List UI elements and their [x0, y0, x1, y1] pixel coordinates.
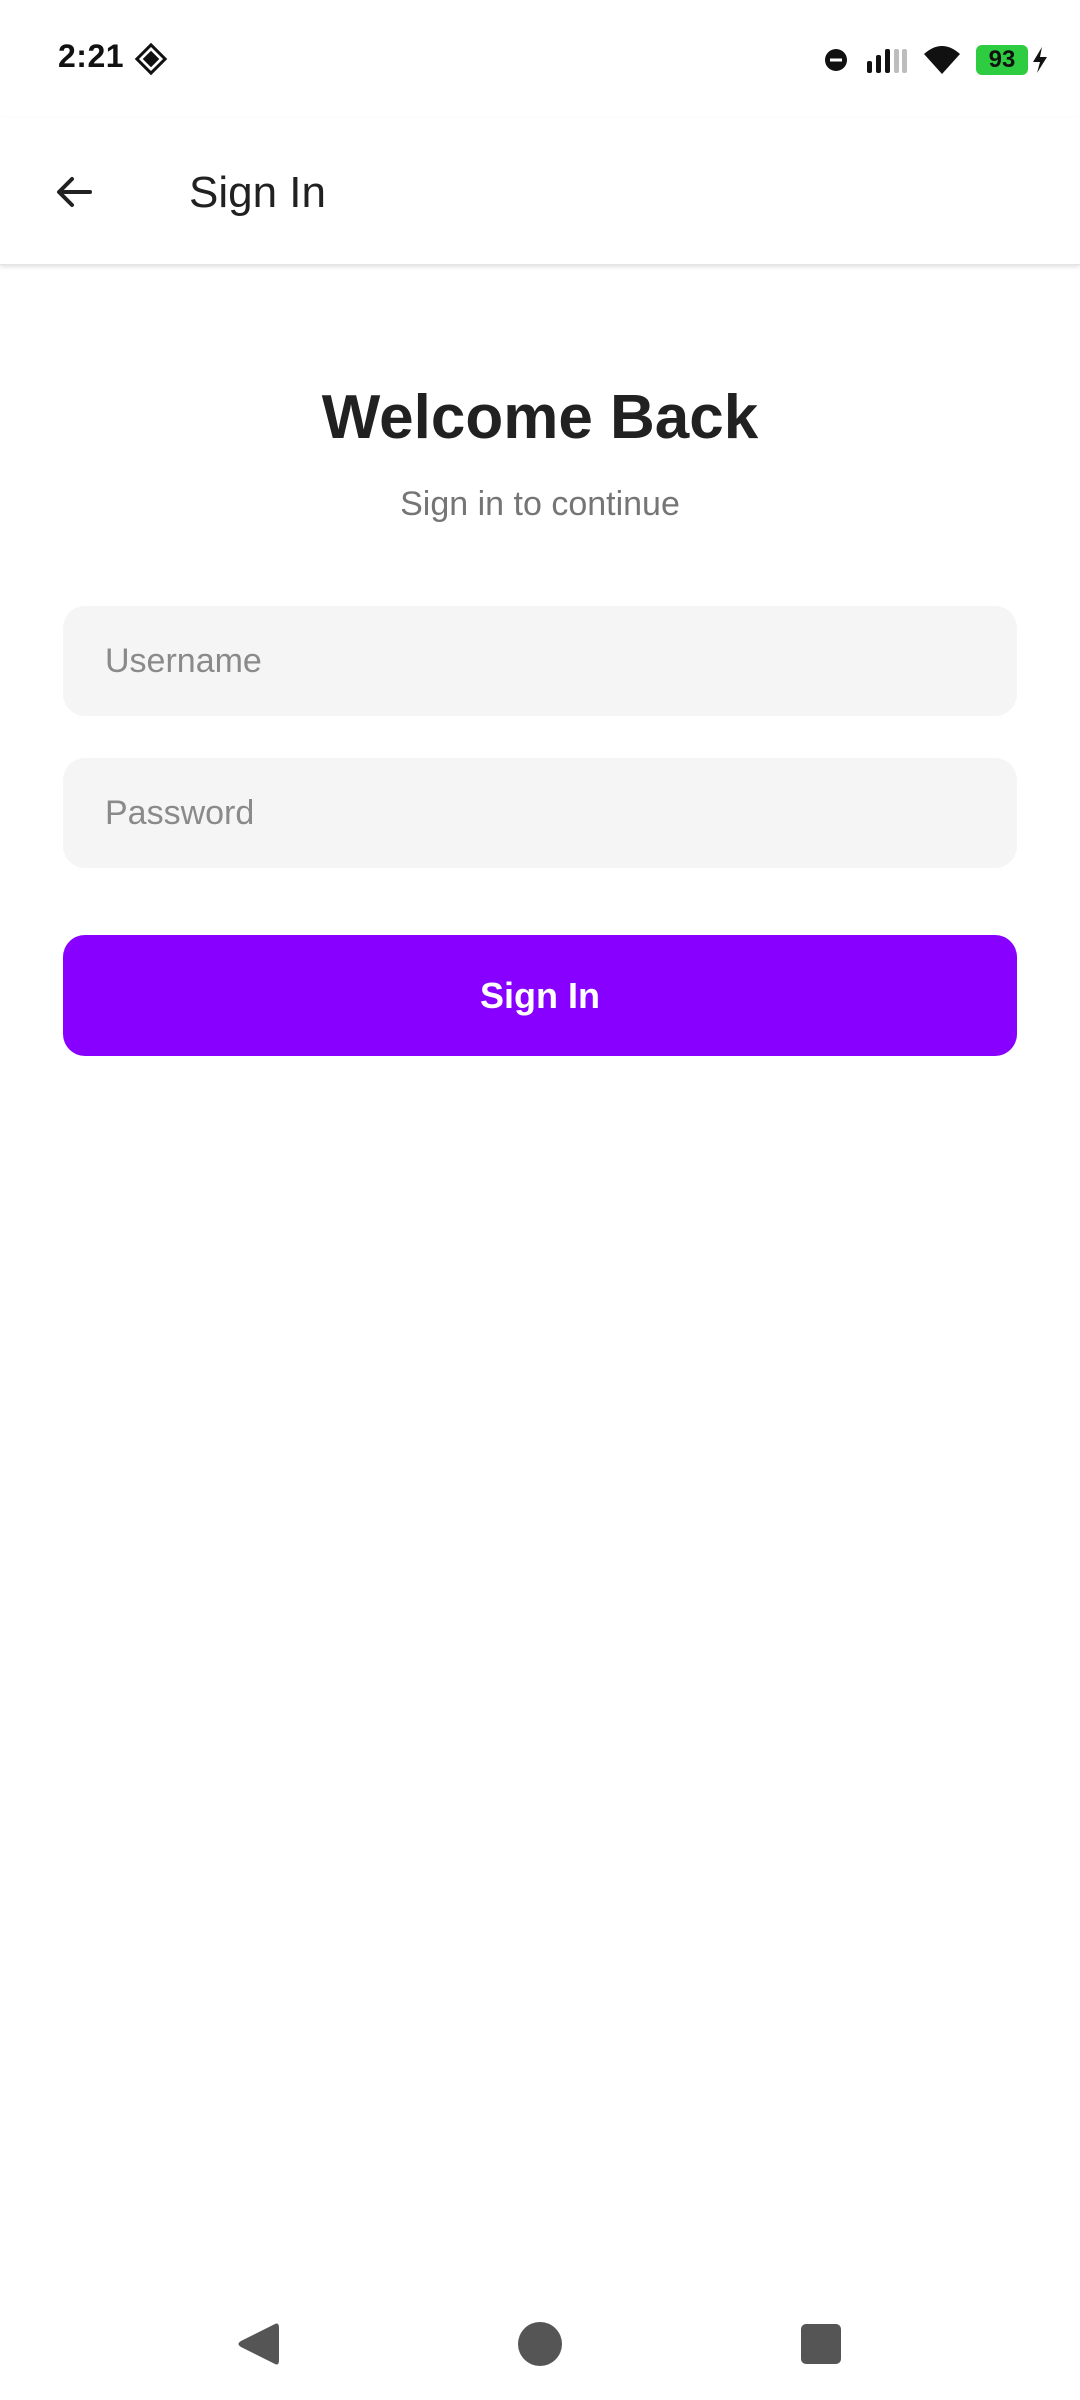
- arrow-back-icon: [57, 177, 92, 207]
- battery-icon: 93: [976, 45, 1028, 75]
- do-not-disturb-icon: [825, 49, 847, 71]
- battery-level: 93: [988, 46, 1016, 73]
- system-navigation-bar: [0, 2290, 1080, 2400]
- sign-in-button[interactable]: Sign In: [63, 935, 1017, 1056]
- status-time: 2:21: [58, 38, 125, 74]
- welcome-subtitle: Sign in to continue: [400, 485, 680, 523]
- navigation-app-icon: [134, 42, 168, 76]
- nav-home-button[interactable]: [508, 2312, 572, 2376]
- nav-recents-button[interactable]: [789, 2312, 853, 2376]
- nav-home-icon: [518, 2322, 562, 2366]
- nav-back-icon: [238, 2323, 279, 2365]
- charging-bolt-icon: [1033, 47, 1047, 73]
- wifi-icon: [924, 46, 960, 74]
- signal-icon: [867, 49, 907, 73]
- status-bar: 2:21 93: [0, 0, 1080, 118]
- nav-recents-icon: [801, 2324, 841, 2364]
- status-icons: 93: [824, 40, 1050, 80]
- welcome-title: Welcome Back: [321, 383, 759, 452]
- app-bar: Sign In: [0, 118, 1080, 265]
- username-input[interactable]: [63, 606, 1017, 716]
- password-input[interactable]: [63, 758, 1017, 868]
- page-title: Sign In: [189, 168, 326, 217]
- back-button[interactable]: [34, 154, 114, 230]
- nav-back-button[interactable]: [226, 2312, 290, 2376]
